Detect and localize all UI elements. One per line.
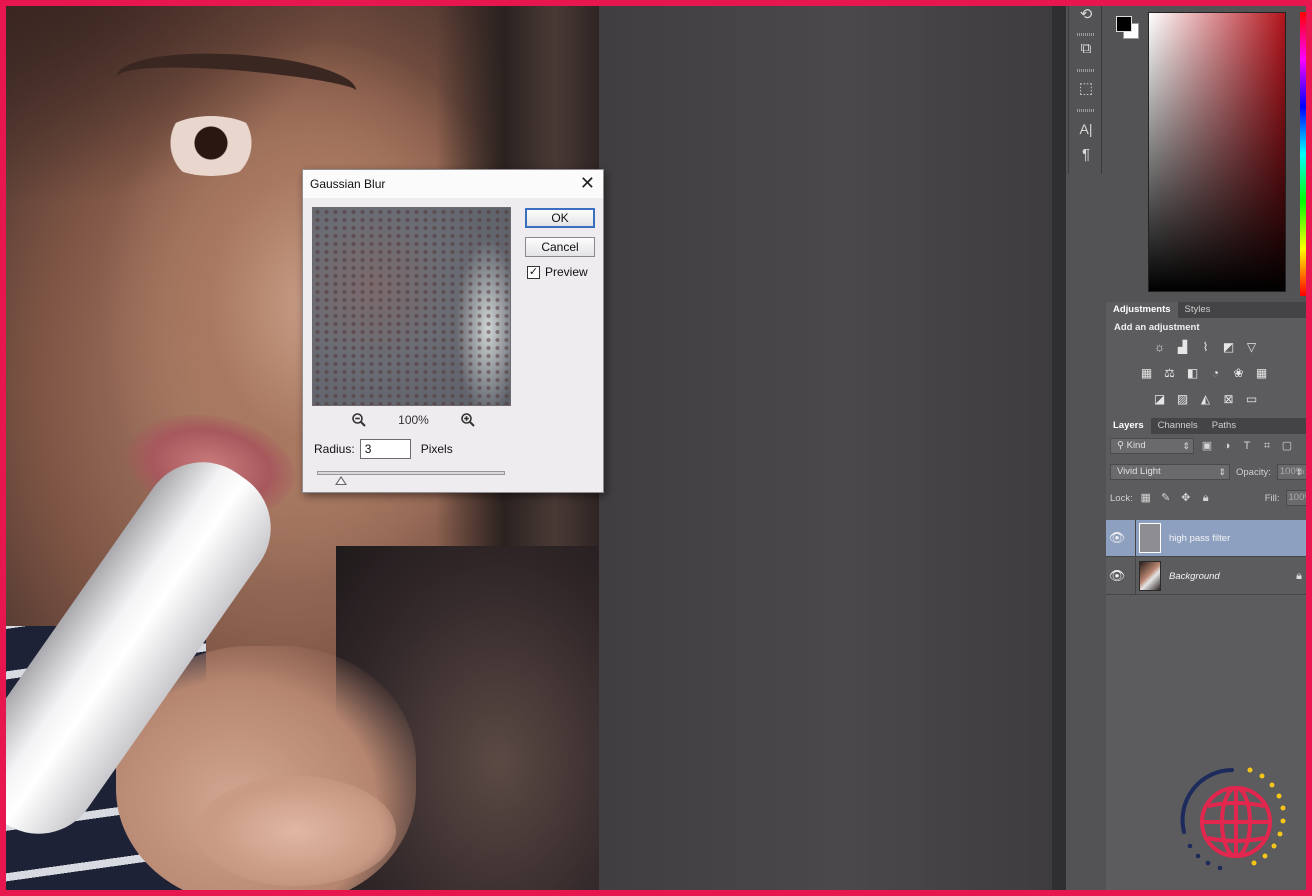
layer-row[interactable]: 👁︎ high pass filter bbox=[1106, 519, 1306, 557]
eye-icon[interactable]: 👁︎ bbox=[1106, 530, 1128, 546]
grip-handle[interactable] bbox=[1077, 69, 1095, 72]
gaussian-blur-dialog: Gaussian Blur ✕ OK Cancel ✓ Preview 100%… bbox=[302, 169, 604, 493]
dialog-titlebar[interactable]: Gaussian Blur bbox=[303, 170, 603, 198]
adjustment-filter-icon[interactable]: ◑ bbox=[1220, 439, 1234, 453]
brightness-icon[interactable]: ☼ bbox=[1150, 340, 1169, 355]
black-white-icon[interactable]: ◧ bbox=[1183, 366, 1202, 381]
blend-row: Vivid Light Opacity: 100% bbox=[1110, 464, 1306, 480]
layers-tabs: Layers Channels Paths bbox=[1106, 418, 1306, 434]
pixel-filter-icon[interactable]: ▣ bbox=[1200, 439, 1214, 453]
channel-mixer-icon[interactable]: ❀ bbox=[1229, 366, 1248, 381]
3d-icon[interactable]: ⧉ bbox=[1077, 40, 1095, 58]
layer-thumbnail bbox=[1139, 523, 1161, 553]
lock-all-icon[interactable]: 🔒︎ bbox=[1199, 491, 1213, 505]
lock-row: Lock: ▦ ✎ ✥ 🔒︎ Fill: 100% bbox=[1110, 490, 1306, 506]
preview-label: Preview bbox=[545, 265, 588, 279]
adjustments-heading: Add an adjustment bbox=[1114, 322, 1200, 333]
foreground-color-swatch[interactable] bbox=[1116, 16, 1132, 32]
hue-saturation-icon[interactable]: ▦ bbox=[1137, 366, 1156, 381]
color-balance-icon[interactable]: ⚖ bbox=[1160, 366, 1179, 381]
adjust-icon[interactable]: ⟲ bbox=[1077, 6, 1095, 24]
radius-slider-track[interactable] bbox=[317, 471, 505, 475]
exposure-icon[interactable]: ◩ bbox=[1219, 340, 1238, 355]
zoom-out-icon[interactable] bbox=[351, 412, 367, 428]
vibrance-icon[interactable]: ▽ bbox=[1242, 340, 1261, 355]
photo-eye bbox=[156, 116, 266, 176]
selective-color-icon[interactable]: ⊠ bbox=[1219, 392, 1238, 407]
shape-filter-icon[interactable]: ⌗ bbox=[1260, 439, 1274, 453]
tab-channels[interactable]: Channels bbox=[1151, 418, 1205, 434]
tab-layers[interactable]: Layers bbox=[1106, 418, 1151, 434]
color-picker-field[interactable] bbox=[1148, 12, 1286, 292]
lock-icon: 🔒︎ bbox=[1296, 570, 1302, 582]
smart-object-filter-icon[interactable]: ▢ bbox=[1280, 439, 1294, 453]
zoom-in-icon[interactable] bbox=[460, 412, 476, 428]
adjustment-icons-row-2: ▦ ⚖ ◧ ◔ ❀ ▦ bbox=[1137, 366, 1271, 381]
opacity-input[interactable]: 100% bbox=[1276, 464, 1306, 480]
lock-label: Lock: bbox=[1110, 492, 1133, 504]
opacity-label: Opacity: bbox=[1236, 466, 1271, 478]
ok-button[interactable]: OK bbox=[525, 208, 595, 228]
layer-kind-label: Kind bbox=[1126, 440, 1146, 451]
tab-paths[interactable]: Paths bbox=[1205, 418, 1243, 434]
grip-handle[interactable] bbox=[1077, 109, 1095, 112]
threshold-icon[interactable]: ◭ bbox=[1196, 392, 1215, 407]
character-icon[interactable]: A| bbox=[1077, 120, 1095, 138]
tool-strip: ⟲ ⧉ ⬚ A| ¶ bbox=[1052, 6, 1106, 890]
layer-name: high pass filter bbox=[1169, 532, 1231, 544]
adjustments-panel: Add an adjustment ☼ ▟ ⌇ ◩ ▽ ▦ ⚖ ◧ ◔ ❀ ▦ … bbox=[1106, 318, 1306, 418]
gradient-map-icon[interactable]: ▭ bbox=[1242, 392, 1261, 407]
lock-transparent-icon[interactable]: ▦ bbox=[1139, 491, 1153, 505]
adjustment-icons-row-1: ☼ ▟ ⌇ ◩ ▽ bbox=[1150, 340, 1261, 355]
zoom-level: 100% bbox=[398, 413, 429, 427]
path-select-icon[interactable]: ⬚ bbox=[1077, 80, 1095, 98]
blend-mode-select[interactable]: Vivid Light bbox=[1110, 464, 1230, 480]
type-filter-icon[interactable]: T bbox=[1240, 439, 1254, 453]
zoom-controls: 100% bbox=[351, 412, 476, 428]
right-panels: Adjustments Styles Add an adjustment ☼ ▟… bbox=[1106, 6, 1306, 890]
layer-thumbnail bbox=[1139, 561, 1161, 591]
curves-icon[interactable]: ⌇ bbox=[1196, 340, 1215, 355]
layer-filter-row: ⚲ Kind ▣ ◑ T ⌗ ▢ bbox=[1110, 438, 1294, 454]
photo-filter-icon[interactable]: ◔ bbox=[1206, 366, 1225, 381]
preview-checkbox[interactable]: ✓ bbox=[527, 265, 540, 279]
invert-icon[interactable]: ◪ bbox=[1150, 392, 1169, 407]
levels-icon[interactable]: ▟ bbox=[1173, 340, 1192, 355]
close-icon[interactable]: ✕ bbox=[580, 174, 595, 192]
radius-slider-thumb[interactable] bbox=[335, 476, 348, 485]
layer-row[interactable]: 👁︎ Background 🔒︎ bbox=[1106, 557, 1306, 595]
layer-kind-filter[interactable]: ⚲ Kind bbox=[1110, 438, 1194, 454]
fill-input[interactable]: 100% bbox=[1285, 490, 1306, 506]
dialog-title: Gaussian Blur bbox=[310, 177, 386, 191]
app-window: Gaussian Blur ✕ OK Cancel ✓ Preview 100%… bbox=[6, 6, 1306, 890]
eye-icon[interactable]: 👁︎ bbox=[1106, 568, 1128, 584]
radius-row: Radius: 3 Pixels bbox=[314, 439, 453, 459]
grip-handle[interactable] bbox=[1077, 33, 1095, 36]
color-lookup-icon[interactable]: ▦ bbox=[1252, 366, 1271, 381]
lock-image-icon[interactable]: ✎ bbox=[1159, 491, 1173, 505]
hue-slider[interactable] bbox=[1300, 12, 1306, 296]
search-icon: ⚲ bbox=[1117, 440, 1127, 451]
posterize-icon[interactable]: ▨ bbox=[1173, 392, 1192, 407]
tab-adjustments[interactable]: Adjustments bbox=[1106, 302, 1178, 318]
photo-finger bbox=[196, 776, 396, 886]
lock-position-icon[interactable]: ✥ bbox=[1179, 491, 1193, 505]
blur-preview-window[interactable] bbox=[312, 207, 511, 406]
layer-name: Background bbox=[1169, 570, 1220, 582]
radius-unit: Pixels bbox=[420, 442, 453, 456]
paragraph-icon[interactable]: ¶ bbox=[1077, 146, 1095, 164]
fill-label: Fill: bbox=[1264, 492, 1280, 504]
radius-label: Radius: bbox=[314, 442, 355, 456]
tool-column: ⟲ ⧉ ⬚ A| ¶ bbox=[1068, 6, 1102, 174]
adjustment-icons-row-3: ◪ ▨ ◭ ⊠ ▭ bbox=[1150, 392, 1261, 407]
preview-checkbox-row[interactable]: ✓ Preview bbox=[527, 265, 588, 279]
adjustments-tabs: Adjustments Styles bbox=[1106, 302, 1306, 318]
globe-logo-watermark bbox=[1180, 767, 1286, 871]
tab-styles[interactable]: Styles bbox=[1178, 302, 1218, 318]
radius-input[interactable]: 3 bbox=[359, 439, 411, 459]
cancel-button[interactable]: Cancel bbox=[525, 237, 595, 257]
